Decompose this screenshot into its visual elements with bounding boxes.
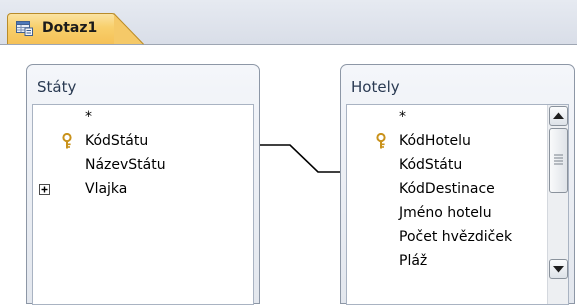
field-name: * xyxy=(85,109,92,125)
tab-label: Dotaz1 xyxy=(42,20,98,36)
field-name: KódStátu xyxy=(399,157,463,173)
field-name: Vlajka xyxy=(85,181,128,197)
field-name: Jméno hotelu xyxy=(399,205,492,221)
scroll-down-button[interactable] xyxy=(549,259,568,279)
table-title-states[interactable]: Státy xyxy=(37,78,76,96)
field-name: Počet hvězdiček xyxy=(399,229,513,245)
field-list-states: * KódStátu NázevStátu Vlajka xyxy=(32,104,254,305)
tab-dotaz1[interactable]: Dotaz1 xyxy=(7,13,116,44)
triangle-up-icon xyxy=(553,112,564,119)
scroll-up-button[interactable] xyxy=(549,106,568,126)
table-title-hotels[interactable]: Hotely xyxy=(351,78,400,96)
primary-key-icon xyxy=(376,133,386,149)
table-hotels[interactable]: Hotely * KódHotelu KódStátu KódDestinace… xyxy=(340,64,575,305)
query-icon xyxy=(16,21,33,36)
table-states[interactable]: Státy * KódStátu NázevStátu Vlajka xyxy=(26,64,260,305)
document-tab-strip: Dotaz1 xyxy=(0,0,577,45)
field-name: * xyxy=(399,109,406,125)
grip-icon xyxy=(554,154,563,165)
field-name: KódStátu xyxy=(85,133,149,149)
expand-plus-icon[interactable] xyxy=(39,184,50,195)
triangle-down-icon xyxy=(553,266,564,273)
field-name: NázevStátu xyxy=(85,157,166,173)
primary-key-icon xyxy=(62,133,72,149)
scroll-thumb[interactable] xyxy=(549,128,568,193)
field-name: KódDestinace xyxy=(399,181,495,197)
vertical-scrollbar[interactable] xyxy=(547,105,568,304)
field-name: KódHotelu xyxy=(399,133,471,149)
field-name: Pláž xyxy=(399,253,428,269)
field-list-hotels: * KódHotelu KódStátu KódDestinace Jméno … xyxy=(346,104,569,305)
